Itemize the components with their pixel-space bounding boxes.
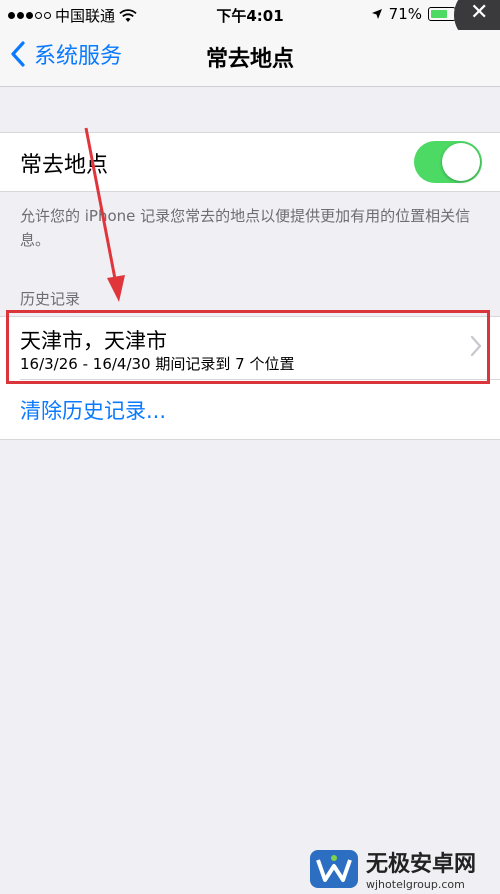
section-header-history: 历史记录 (20, 290, 81, 308)
watermark-title: 无极安卓网 (366, 852, 477, 877)
highlight-box (6, 310, 490, 384)
toggle-knob (442, 143, 480, 181)
battery-percent: 71% (388, 5, 422, 23)
clear-history-button[interactable]: 清除历史记录... (20, 395, 166, 425)
battery-icon (428, 7, 459, 21)
location-arrow-icon (371, 9, 382, 19)
battery-fill (431, 10, 447, 18)
status-bar: 中国联通 下午4:01 71% ✕ (0, 0, 500, 44)
footer-note: 允许您的 iPhone 记录您常去的地点以便提供更加有用的位置相关信息。 (20, 207, 471, 249)
page-title: 常去地点 (205, 47, 294, 72)
frequent-locations-row: 常去地点 (0, 132, 500, 192)
toggle-label: 常去地点 (20, 153, 109, 178)
watermark: 无极安卓网 wjhotelgroup.com (310, 846, 476, 891)
frequent-locations-toggle[interactable] (414, 141, 482, 183)
watermark-url: wjhotelgroup.com (366, 878, 465, 891)
watermark-logo-icon (310, 849, 358, 888)
status-right: 71% (371, 5, 459, 23)
navigation-bar: 系统服务 常去地点 (0, 30, 500, 87)
